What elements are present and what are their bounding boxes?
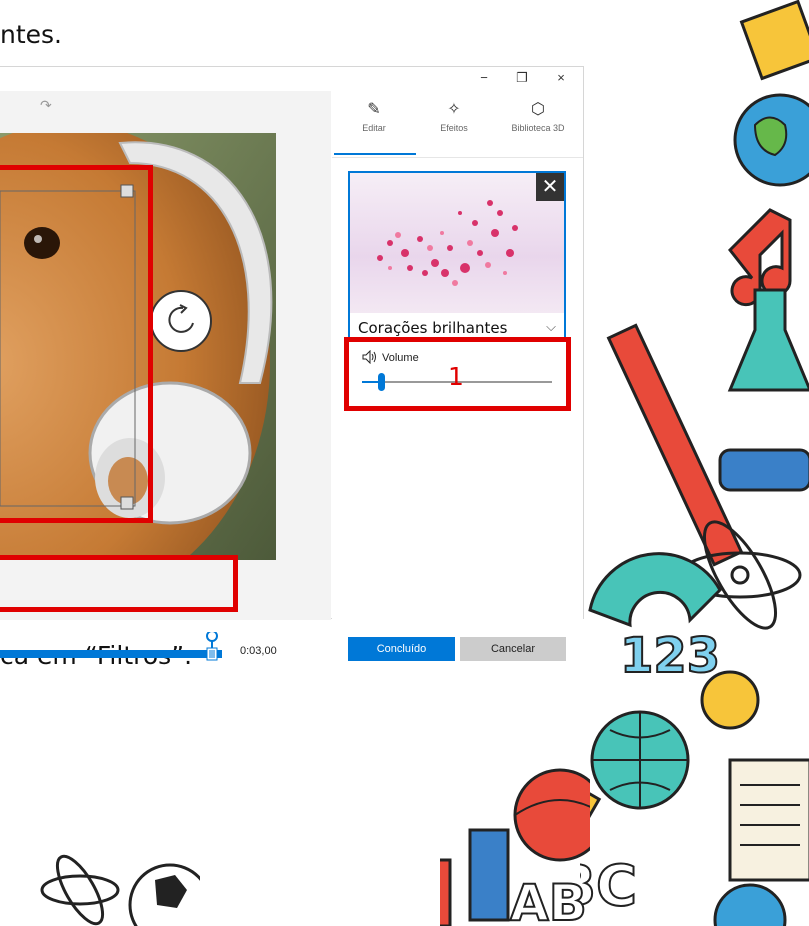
- highlight-box-crop: [0, 165, 153, 523]
- school-doodles-decoration: 123 ABC: [580, 0, 809, 926]
- tab-label: Biblioteca 3D: [511, 123, 565, 133]
- slide-text-top: ntes.: [0, 20, 62, 49]
- title-bar: − ❐ ×: [0, 67, 584, 91]
- trim-timeline[interactable]: [0, 632, 222, 661]
- tab-editar[interactable]: ✎ Editar: [334, 99, 414, 133]
- svg-text:AB: AB: [510, 874, 587, 926]
- tab-label: Efeitos: [440, 123, 468, 133]
- annotation-number: 1: [448, 362, 464, 391]
- done-button[interactable]: Concluído: [348, 637, 455, 661]
- effect-name: Corações brilhantes: [358, 319, 508, 337]
- minimize-button[interactable]: −: [474, 70, 494, 85]
- remove-effect-button[interactable]: ✕: [536, 173, 564, 201]
- chevron-down-icon[interactable]: ⌵: [546, 319, 556, 335]
- svg-text:123: 123: [620, 628, 720, 684]
- restore-button[interactable]: ❐: [512, 70, 532, 86]
- cancel-button[interactable]: Cancelar: [460, 637, 566, 661]
- hearts-preview-image: [377, 200, 518, 286]
- tab-bar: ✎ Editar ✧ Efeitos ⬡ Biblioteca 3D: [332, 91, 583, 158]
- effect-card[interactable]: ✕ Corações brilhantes ⌵: [348, 171, 566, 341]
- highlight-box-timeline: [0, 555, 238, 612]
- time-label: 0:03,00: [240, 645, 277, 657]
- school-doodles-bottom: AB: [440, 768, 590, 926]
- effect-thumbnail: ✕: [350, 173, 564, 313]
- close-button[interactable]: ×: [551, 70, 571, 85]
- tab-efeitos[interactable]: ✧ Efeitos: [414, 99, 494, 133]
- timeline-graphic: [0, 632, 222, 661]
- redo-icon[interactable]: ↷: [40, 97, 52, 114]
- tab-biblioteca-3d[interactable]: ⬡ Biblioteca 3D: [498, 99, 578, 133]
- tab-label: Editar: [362, 123, 386, 133]
- active-tab-indicator: [334, 153, 416, 155]
- cube-icon: ⬡: [531, 101, 545, 118]
- pencil-icon: ✎: [367, 101, 381, 118]
- sparkle-icon: ✧: [447, 101, 461, 118]
- atom-and-ball-doodle: [40, 854, 200, 926]
